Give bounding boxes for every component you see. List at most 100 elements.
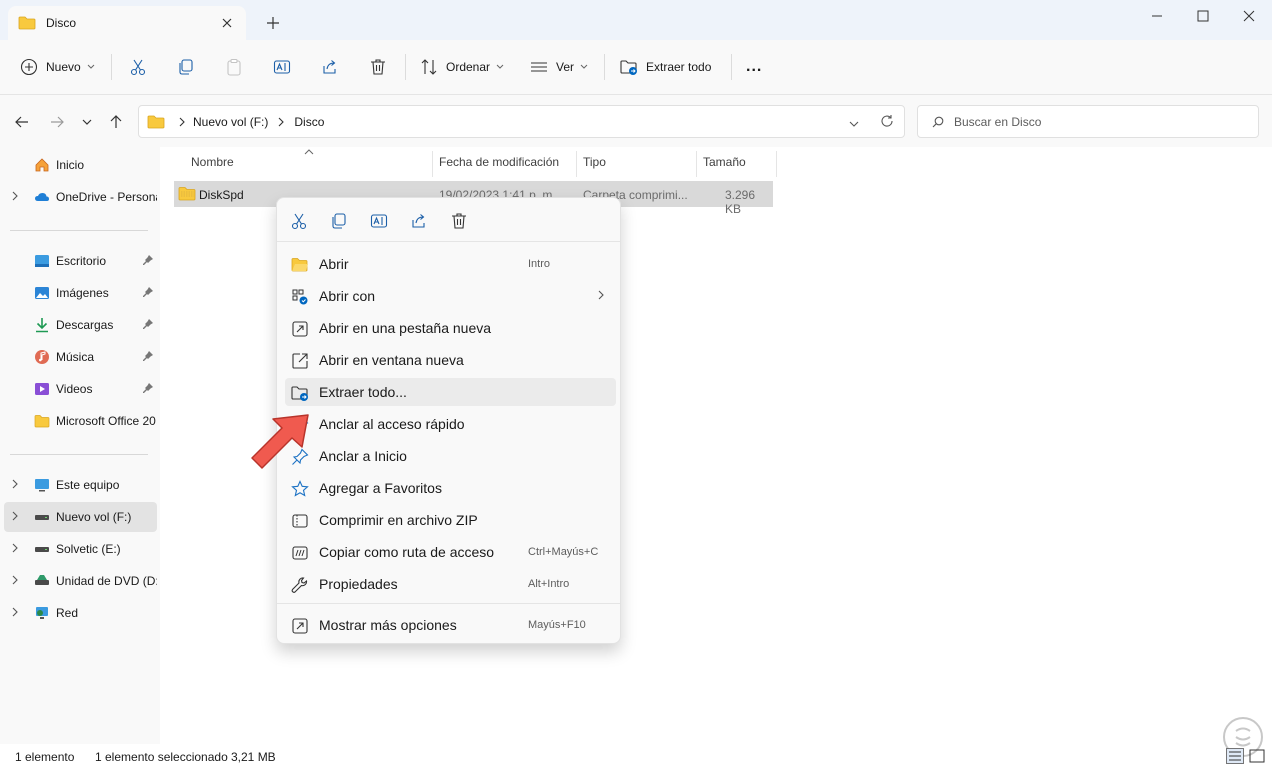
extract-folder-icon xyxy=(291,386,308,401)
ctx-copy-button[interactable] xyxy=(328,210,350,232)
sort-button[interactable]: Ordenar xyxy=(420,52,504,82)
chevron-right-icon[interactable] xyxy=(12,479,19,489)
menu-item-extraer-todo[interactable]: Extraer todo... xyxy=(285,378,616,406)
menu-item-shortcut: Intro xyxy=(528,258,551,270)
file-name: DiskSpd xyxy=(199,188,244,202)
breadcrumb-separator[interactable] xyxy=(179,117,185,127)
back-button[interactable] xyxy=(12,112,32,132)
cut-button[interactable] xyxy=(129,52,147,82)
sidebar-item-inicio[interactable]: Inicio xyxy=(4,150,157,180)
menu-item-abrir[interactable]: Abrir Intro xyxy=(285,250,616,278)
folder-icon xyxy=(18,16,36,30)
view-label: Ver xyxy=(556,60,575,74)
search-placeholder: Buscar en Disco xyxy=(954,114,1042,129)
sort-icon xyxy=(421,59,437,75)
sidebar-item-nuevo-vol[interactable]: Nuevo vol (F:) xyxy=(4,502,157,532)
delete-button[interactable] xyxy=(369,52,387,82)
chevron-right-icon[interactable] xyxy=(12,607,19,617)
menu-item-label: Abrir en ventana nueva xyxy=(319,352,464,368)
details-view-icon[interactable] xyxy=(1226,748,1244,764)
sidebar-item-escritorio[interactable]: Escritorio xyxy=(4,246,157,276)
address-bar[interactable]: Nuevo vol (F:) Disco xyxy=(138,105,905,138)
column-header-type[interactable]: Tipo xyxy=(583,155,606,169)
up-button[interactable] xyxy=(106,112,126,132)
sidebar-item-red[interactable]: Red xyxy=(4,598,157,628)
menu-item-anclar-acceso[interactable]: Anclar al acceso rápido xyxy=(285,410,616,438)
column-header-name[interactable]: Nombre xyxy=(191,155,234,169)
scissors-icon xyxy=(130,59,146,76)
ctx-cut-button[interactable] xyxy=(288,210,310,232)
column-header-modified[interactable]: Fecha de modificación xyxy=(439,155,559,169)
menu-item-abrir-ventana[interactable]: Abrir en ventana nueva xyxy=(285,346,616,374)
drive-icon xyxy=(35,515,49,520)
more-label: ... xyxy=(746,58,763,75)
sidebar-item-onedrive[interactable]: OneDrive - Persona xyxy=(4,182,157,212)
menu-item-shortcut: Mayús+F10 xyxy=(528,619,586,631)
sidebar-item-musica[interactable]: Música xyxy=(4,342,157,372)
menu-item-anclar-inicio[interactable]: Anclar a Inicio xyxy=(285,442,616,470)
breadcrumb-nuevo-vol[interactable]: Nuevo vol (F:) xyxy=(193,115,268,129)
pin-icon xyxy=(143,287,153,297)
sort-ascending-icon xyxy=(304,149,314,155)
sidebar-item-descargas[interactable]: Descargas xyxy=(4,310,157,340)
more-options-button[interactable]: ... xyxy=(746,52,762,82)
new-tab-button[interactable] xyxy=(263,13,283,33)
column-header-size[interactable]: Tamaño xyxy=(703,155,746,169)
chevron-down-icon xyxy=(87,64,95,69)
breadcrumb-disco[interactable]: Disco xyxy=(294,115,324,129)
share-button[interactable] xyxy=(321,52,339,82)
close-window-button[interactable] xyxy=(1226,0,1272,32)
close-tab-icon[interactable] xyxy=(218,14,236,32)
view-button[interactable]: Ver xyxy=(530,52,588,82)
sidebar-item-microsoft-office[interactable]: Microsoft Office 20 xyxy=(4,406,157,436)
recent-locations-button[interactable] xyxy=(77,112,97,132)
chevron-right-icon[interactable] xyxy=(12,191,19,201)
menu-item-comprimir-zip[interactable]: Comprimir en archivo ZIP xyxy=(285,506,616,534)
menu-item-favoritos[interactable]: Agregar a Favoritos xyxy=(285,474,616,502)
menu-item-label: Comprimir en archivo ZIP xyxy=(319,512,478,528)
menu-item-label: Propiedades xyxy=(319,576,398,592)
search-input[interactable]: Buscar en Disco xyxy=(917,105,1259,138)
chevron-right-icon[interactable] xyxy=(12,543,19,553)
ctx-delete-button[interactable] xyxy=(448,210,470,232)
clipboard-icon xyxy=(227,58,241,76)
chevron-right-icon[interactable] xyxy=(12,575,19,585)
menu-item-label: Agregar a Favoritos xyxy=(319,480,442,496)
sidebar-item-videos[interactable]: Videos xyxy=(4,374,157,404)
cloud-icon xyxy=(35,193,49,201)
refresh-icon[interactable] xyxy=(880,114,894,131)
copy-button[interactable] xyxy=(177,52,195,82)
sidebar-item-este-equipo[interactable]: Este equipo xyxy=(4,470,157,500)
menu-item-mas-opciones[interactable]: Mostrar más opciones Mayús+F10 xyxy=(285,611,616,639)
copy-path-icon xyxy=(292,546,308,560)
folder-icon xyxy=(34,415,50,428)
tab-disco[interactable]: Disco xyxy=(8,6,246,40)
sidebar-item-solvetic[interactable]: Solvetic (E:) xyxy=(4,534,157,564)
ctx-rename-button[interactable] xyxy=(368,210,390,232)
selection-size: 3,21 MB xyxy=(231,750,276,764)
extract-all-button[interactable]: Extraer todo xyxy=(620,52,711,82)
menu-item-label: Abrir xyxy=(319,256,349,272)
menu-item-label: Extraer todo... xyxy=(319,384,407,400)
breadcrumb-separator[interactable] xyxy=(278,117,285,127)
sidebar-item-dvd[interactable]: Unidad de DVD (D:) xyxy=(4,566,157,596)
minimize-button[interactable] xyxy=(1134,0,1180,32)
large-icons-view-icon[interactable] xyxy=(1248,748,1266,764)
menu-item-abrir-pestana[interactable]: Abrir en una pestaña nueva xyxy=(285,314,616,342)
sidebar-item-label: Red xyxy=(56,606,79,620)
sidebar-item-imagenes[interactable]: Imágenes xyxy=(4,278,157,308)
paste-button[interactable] xyxy=(225,52,243,82)
menu-item-propiedades[interactable]: Propiedades Alt+Intro xyxy=(285,570,616,598)
new-button[interactable]: Nuevo xyxy=(20,52,95,82)
maximize-button[interactable] xyxy=(1180,0,1226,32)
chevron-right-icon[interactable] xyxy=(12,511,19,521)
menu-item-copiar-ruta[interactable]: Copiar como ruta de acceso Ctrl+Mayús+C xyxy=(285,538,616,566)
rename-button[interactable] xyxy=(273,52,291,82)
sidebar-item-label: Solvetic (E:) xyxy=(56,542,121,556)
ctx-share-button[interactable] xyxy=(408,210,430,232)
address-history-icon[interactable] xyxy=(849,117,859,131)
menu-item-abrir-con[interactable]: Abrir con xyxy=(285,282,616,310)
forward-button[interactable] xyxy=(47,112,67,132)
star-icon xyxy=(291,480,309,497)
show-more-options-icon xyxy=(292,618,308,634)
